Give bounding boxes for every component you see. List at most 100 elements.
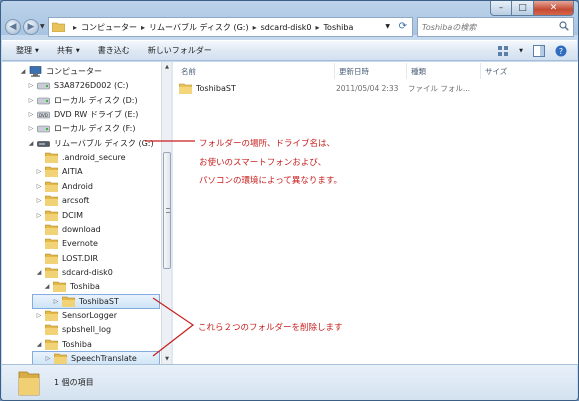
expand-arrow-icon[interactable]: ▷ xyxy=(27,82,35,89)
tree-item[interactable]: ◢ コンピューター xyxy=(2,64,102,79)
search-icon[interactable] xyxy=(559,21,569,31)
file-row[interactable]: ToshibaST 2011/05/04 2:33 ファイル フォル... xyxy=(177,81,497,96)
tree-item-label: LOST.DIR xyxy=(62,253,99,263)
tree-item[interactable]: ◢ sdcard-disk0 xyxy=(2,265,113,280)
tree-item[interactable]: ▷ SpeechTranslate xyxy=(32,351,160,364)
annotation-location-note-line3: パソコンの環境によって異なります。 xyxy=(199,176,342,186)
expand-arrow-icon[interactable]: ▷ xyxy=(27,125,35,132)
scroll-thumb[interactable] xyxy=(163,152,171,269)
organize-button[interactable]: 整理 ▼ xyxy=(16,45,39,56)
collapse-arrow-icon[interactable]: ◢ xyxy=(43,283,51,290)
tree-item[interactable]: ▷ S3A8726D002 (C:) xyxy=(2,78,129,93)
tree-item[interactable]: ◢ Toshiba xyxy=(2,337,92,352)
view-controls: ▼ ? xyxy=(497,45,567,57)
tree-item-label: .android_secure xyxy=(62,153,126,163)
collapse-arrow-icon[interactable]: ◢ xyxy=(35,269,43,276)
expand-arrow-icon[interactable]: ▷ xyxy=(27,97,35,104)
tree-item[interactable]: ◢ リムーバブル ディスク (G:) xyxy=(2,136,154,151)
folder-icon xyxy=(45,253,58,264)
tree-item[interactable]: ▷ ToshibaST xyxy=(32,293,160,309)
help-icon[interactable]: ? xyxy=(555,45,567,57)
tree-item[interactable]: ▷ ローカル ディスク (D:) xyxy=(2,93,138,108)
breadcrumb-removable-disk[interactable]: リムーバブル ディスク (G:) xyxy=(149,22,249,33)
tree-item[interactable]: .android_secure xyxy=(2,150,126,165)
expand-arrow-icon[interactable]: ▷ xyxy=(35,168,43,175)
forward-button[interactable]: ▶ xyxy=(23,19,39,35)
tree-item[interactable]: ◢ Toshiba xyxy=(2,279,100,294)
tree-item[interactable]: ▷ DCIM xyxy=(2,208,83,223)
burn-button[interactable]: 書き込む xyxy=(98,45,130,56)
minimize-button[interactable]: – xyxy=(490,1,512,16)
preview-pane-icon[interactable] xyxy=(533,45,545,57)
column-header-name[interactable]: 名前 xyxy=(177,63,335,79)
tree-item[interactable]: ▷ ローカル ディスク (F:) xyxy=(2,121,136,136)
close-button[interactable]: ✕ xyxy=(534,1,574,16)
folder-icon xyxy=(45,195,58,207)
column-header-type[interactable]: 種類 xyxy=(406,63,480,79)
change-view-icon[interactable] xyxy=(497,45,509,57)
folder-icon xyxy=(45,267,58,278)
folder-icon xyxy=(54,353,67,364)
breadcrumb-computer[interactable]: コンピューター xyxy=(81,22,137,33)
tree-item-label: DVD RW ドライブ (E:) xyxy=(54,110,139,120)
drive-icon xyxy=(37,126,50,133)
tree-item[interactable]: ▷ SensorLogger xyxy=(2,308,117,323)
chevron-down-icon: ▼ xyxy=(75,47,80,54)
folder-icon xyxy=(45,324,58,336)
column-header-size[interactable]: サイズ xyxy=(480,63,540,79)
expand-arrow-icon[interactable]: ▷ xyxy=(44,355,52,362)
file-name: ToshibaST xyxy=(196,84,236,93)
tree-item[interactable]: ▷ AITIA xyxy=(2,164,83,179)
computer-icon xyxy=(29,66,42,77)
tree-item[interactable]: Evernote xyxy=(2,236,98,251)
svg-text:?: ? xyxy=(559,47,563,56)
breadcrumb-toshiba[interactable]: Toshiba xyxy=(324,23,354,32)
search-box xyxy=(417,17,574,37)
tree-item-label: download xyxy=(62,224,101,234)
tree-item[interactable]: download xyxy=(2,222,101,237)
expand-arrow-icon[interactable]: ▷ xyxy=(27,111,35,118)
collapse-arrow-icon[interactable]: ◢ xyxy=(35,341,43,348)
folder-icon xyxy=(45,339,58,350)
tree-item[interactable]: spbshell_log xyxy=(2,322,111,337)
maximize-button[interactable]: □ xyxy=(512,1,534,16)
view-dropdown-icon[interactable]: ▼ xyxy=(519,48,523,54)
tree-item[interactable]: LOST.DIR xyxy=(2,251,98,266)
file-list: 名前 更新日時 種類 サイズ ToshibaST 2011/05/04 2:33… xyxy=(173,62,578,364)
organize-label: 整理 xyxy=(16,46,32,55)
tree-item[interactable]: ▷ Android xyxy=(2,179,93,194)
folder-icon xyxy=(45,167,58,178)
collapse-arrow-icon[interactable]: ◢ xyxy=(19,68,27,75)
expand-arrow-icon[interactable]: ▷ xyxy=(35,183,43,190)
search-input[interactable] xyxy=(418,18,556,36)
annotation-location-note-line1: フォルダーの場所、ドライブ名は、 xyxy=(199,139,336,149)
tree-item-label: DCIM xyxy=(62,210,84,220)
tree-item[interactable]: ▷ arcsoft xyxy=(2,193,89,208)
column-header-date[interactable]: 更新日時 xyxy=(334,63,406,79)
breadcrumb-separator: ▸ xyxy=(141,22,146,32)
breadcrumb-sdcard-disk0[interactable]: sdcard-disk0 xyxy=(261,23,312,32)
collapse-arrow-icon[interactable]: ◢ xyxy=(27,140,35,147)
tree-item-label: SensorLogger xyxy=(62,310,117,320)
navigation-scrollbar[interactable]: ▲ ▼ xyxy=(161,62,171,364)
refresh-icon[interactable]: ⟳ xyxy=(399,21,407,32)
share-button[interactable]: 共有 ▼ xyxy=(57,45,80,56)
navigation-pane: ◢ コンピューター ▷ S3A8726D002 (C:) ▷ ローカル ディスク (D:)… xyxy=(2,62,161,364)
annotation-delete-note: これら２つのフォルダーを削除します xyxy=(198,323,343,333)
expand-arrow-icon[interactable]: ▷ xyxy=(35,312,43,319)
tree-item-label: S3A8726D002 (C:) xyxy=(54,81,129,91)
address-bar[interactable]: ▸ コンピューター ▸ リムーバブル ディスク (G:) ▸ sdcard-di… xyxy=(48,17,413,37)
back-button[interactable]: ◀ xyxy=(5,19,21,35)
expand-arrow-icon[interactable]: ▷ xyxy=(52,298,60,305)
tree-item[interactable]: ▷ DVD DVD RW ドライブ (E:) xyxy=(2,107,139,122)
folder-icon xyxy=(179,83,192,94)
tree-item-label: arcsoft xyxy=(62,196,90,206)
drive-icon xyxy=(37,97,50,104)
expand-arrow-icon[interactable]: ▷ xyxy=(35,212,43,219)
expand-arrow-icon[interactable]: ▷ xyxy=(35,197,43,204)
tree-item-label: AITIA xyxy=(62,167,83,177)
new-folder-button[interactable]: 新しいフォルダー xyxy=(148,45,212,56)
breadcrumb-separator: ▸ xyxy=(73,22,78,32)
recent-pages-dropdown[interactable]: ▼ xyxy=(40,23,45,30)
address-dropdown-icon[interactable]: ▼ xyxy=(385,23,390,30)
